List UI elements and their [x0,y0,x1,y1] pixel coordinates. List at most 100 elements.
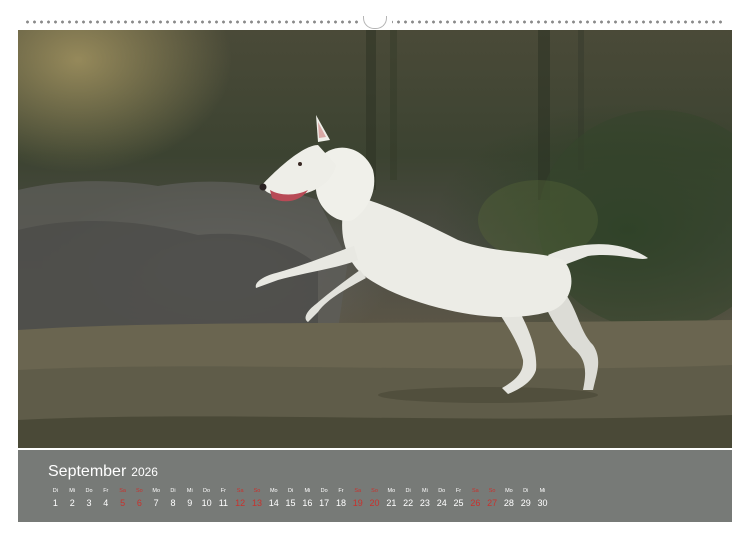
spiral-binding [18,16,732,29]
day-cell: Mi 9 [181,488,198,509]
month-name: September [48,463,127,480]
weekday-label: Mi [422,488,428,494]
day-cell: Fr 4 [97,488,114,509]
day-cell: Sa 19 [349,488,366,509]
day-cell: Di 29 [517,488,534,509]
day-number: 14 [268,498,279,508]
weekday-label: Fr [103,488,109,494]
day-cell: Mo 28 [501,488,518,509]
day-number: 10 [201,498,212,508]
day-number: 13 [251,498,262,508]
calendar-photo [18,30,732,448]
day-cell: So 6 [131,488,148,509]
day-number: 27 [487,498,498,508]
day-number: 17 [319,498,330,508]
month-title: September 2026 [48,463,158,481]
day-number: 7 [153,498,159,508]
photo-scene [18,30,732,448]
weekday-label: Mo [269,488,278,494]
weekday-label: Do [320,488,328,494]
day-number: 4 [103,498,109,508]
day-number: 3 [86,498,92,508]
day-cell: Mi 30 [534,488,551,509]
day-cell: Sa 26 [467,488,484,509]
day-cell: Do 17 [316,488,333,509]
day-number: 29 [520,498,531,508]
day-number: 2 [69,498,75,508]
weekday-label: Do [438,488,446,494]
weekday-label: Mi [539,488,546,494]
weekday-label: Di [170,488,176,494]
day-number: 28 [503,498,514,508]
day-cell: Di 22 [400,488,417,509]
day-number: 6 [136,498,142,508]
day-number: 19 [352,498,363,508]
day-cell: Do 24 [433,488,450,509]
day-number: 5 [120,498,126,508]
day-cell: Do 10 [198,488,215,509]
weekday-label: Mi [186,488,193,494]
day-cell: Sa 5 [114,488,131,509]
day-number: 25 [453,498,464,508]
day-number: 30 [537,498,548,508]
weekday-label: Mo [152,488,160,494]
calendar-strip: September 2026 Di 1 Mi 2 Do 3 Fr 4 Sa 5 So 6 Mo 7 Di 8 Mi… [18,450,732,522]
weekday-label: So [253,488,261,494]
day-cell: So 13 [249,488,266,509]
day-cell: Fr 25 [450,488,467,509]
weekday-label: So [136,488,143,494]
day-cell: Mo 14 [265,488,282,509]
day-number: 12 [235,498,246,508]
weekday-label: Sa [354,488,362,494]
day-number: 18 [335,498,346,508]
day-cell: Di 15 [282,488,299,509]
ground-foreground [18,415,732,448]
weekday-label: Do [203,488,211,494]
day-cell: So 27 [484,488,501,509]
weekday-label: Sa [236,488,244,494]
day-cell: Di 1 [47,488,64,509]
day-cell: Di 8 [165,488,182,509]
day-number: 21 [386,498,397,508]
weekday-label: Di [52,488,58,494]
weekday-label: Sa [119,488,126,494]
day-number: 26 [470,498,481,508]
day-number: 22 [403,498,414,508]
tree-trunk [538,30,550,200]
weekday-label: Mi [304,488,311,494]
day-number: 11 [218,498,229,508]
day-number: 8 [170,498,176,508]
day-number: 20 [369,498,380,508]
weekday-label: Mi [69,488,76,494]
day-cell: Mi 23 [417,488,434,509]
day-cell: Mi 16 [299,488,316,509]
day-cell: Mo 21 [383,488,400,509]
weekday-label: Di [523,488,529,494]
weekday-label: So [488,488,496,494]
day-cell: Sa 12 [232,488,249,509]
weekday-label: Fr [455,488,462,494]
day-cell: Mi 2 [64,488,81,509]
day-cell: Do 3 [81,488,98,509]
day-number: 9 [187,498,193,508]
weekday-label: So [371,488,378,494]
tree-trunk [390,30,397,180]
day-number: 16 [302,498,313,508]
day-number: 24 [436,498,447,508]
weekday-label: Fr [220,488,226,494]
day-number: 23 [419,498,430,508]
day-number: 15 [285,498,296,508]
day-grid: Di 1 Mi 2 Do 3 Fr 4 Sa 5 So 6 Mo 7 Di 8 Mi 9 Do 10 Fr 11 Sa 12 S… [47,488,551,509]
weekday-label: Do [85,488,93,494]
weekday-label: Fr [338,488,344,494]
day-cell: Fr 18 [333,488,350,509]
day-cell: Fr 11 [215,488,232,509]
weekday-label: Mo [387,488,396,494]
weekday-label: Mo [505,488,513,494]
weekday-label: Di [405,488,411,494]
weekday-label: Sa [471,488,479,494]
day-number: 1 [52,498,58,508]
day-cell: So 20 [366,488,383,509]
day-cell: Mo 7 [148,488,165,509]
year: 2026 [131,465,158,479]
